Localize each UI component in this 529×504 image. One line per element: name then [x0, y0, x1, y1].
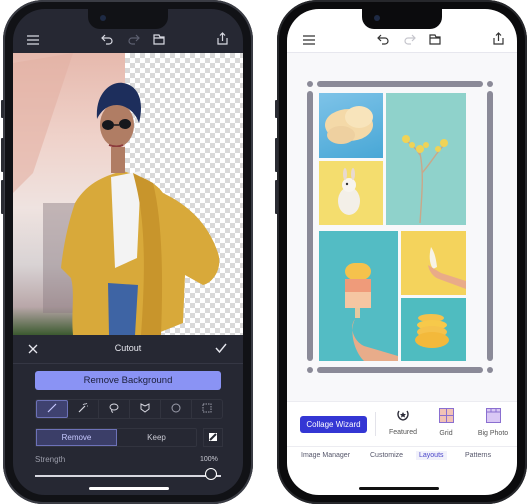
collage-wizard-button[interactable]: Collage Wizard: [300, 416, 367, 433]
lasso-tool[interactable]: [99, 400, 130, 418]
rect-select-tool[interactable]: [192, 400, 222, 418]
grid-icon: [438, 408, 454, 427]
laurel-star-icon: [396, 409, 410, 426]
big-photo-icon: [485, 408, 501, 427]
collage-workspace: [287, 53, 517, 401]
camera: [374, 15, 380, 21]
invert-mask-icon: [208, 429, 218, 447]
cutout-header: Cutout: [13, 335, 243, 364]
mode-remove[interactable]: Remove: [36, 429, 117, 446]
camera: [100, 15, 106, 21]
layers-icon[interactable]: [428, 34, 441, 45]
collage-photo-popsicle[interactable]: [319, 231, 398, 361]
screen: Collage Wizard Featured Grid Big Photo I…: [287, 9, 517, 495]
corner-handle[interactable]: [487, 367, 493, 373]
screen: Cutout Remove Background Remove Keep Str…: [13, 9, 243, 495]
ellipse-select-tool[interactable]: [161, 400, 192, 418]
strength-label: Strength: [35, 455, 66, 464]
collage-photo-bunny[interactable]: [319, 161, 383, 225]
rect-select-icon: [202, 400, 212, 418]
subject-cutout: [13, 53, 220, 335]
tab-patterns[interactable]: Patterns: [465, 452, 491, 459]
right-border-handle[interactable]: [487, 91, 493, 361]
volume-up-button: [1, 138, 4, 172]
tab-image-manager[interactable]: Image Manager: [301, 452, 350, 459]
magic-wand-icon: [78, 400, 88, 418]
corner-handle[interactable]: [307, 81, 313, 87]
corner-handle[interactable]: [307, 367, 313, 373]
magic-wand-tool[interactable]: [68, 400, 99, 418]
notch: [362, 9, 442, 29]
menu-icon[interactable]: [303, 35, 315, 45]
side-button: [1, 100, 4, 118]
layout-grid-label: Grid: [439, 430, 453, 437]
mask-icon: [140, 400, 150, 418]
strength-value: 100%: [200, 456, 218, 463]
tab-customize[interactable]: Customize: [370, 452, 403, 459]
menu-icon[interactable]: [27, 35, 39, 45]
ellipse-select-icon: [171, 400, 181, 418]
strength-slider-handle[interactable]: [205, 468, 217, 480]
mask-tool[interactable]: [130, 400, 161, 418]
mode-keep[interactable]: Keep: [117, 429, 196, 446]
phone-cutout-editor: Cutout Remove Background Remove Keep Str…: [1, 0, 253, 504]
side-button: [275, 100, 278, 118]
home-indicator: [89, 487, 169, 490]
home-indicator: [359, 487, 439, 490]
volume-down-button: [1, 180, 4, 214]
volume-down-button: [275, 180, 278, 214]
layout-toolbar: Collage Wizard Featured Grid Big Photo: [287, 401, 517, 447]
brush-icon: [47, 400, 57, 418]
photo-canvas[interactable]: [13, 53, 243, 335]
mode-toggle: Remove Keep: [35, 428, 197, 447]
phone-collage-editor: Collage Wizard Featured Grid Big Photo I…: [275, 0, 527, 504]
remove-background-button[interactable]: Remove Background: [35, 371, 221, 390]
layers-icon[interactable]: [152, 34, 165, 45]
collage-photo-dried-flower[interactable]: [386, 93, 466, 225]
top-border-handle[interactable]: [317, 81, 483, 87]
collage-photo-clouds[interactable]: [319, 93, 383, 158]
left-border-handle[interactable]: [307, 91, 313, 361]
layout-grid[interactable]: Grid: [426, 408, 466, 437]
lasso-icon: [109, 400, 119, 418]
strength-slider-track[interactable]: [35, 475, 221, 477]
collage-photo-orange-slices[interactable]: [401, 298, 466, 361]
brush-tool[interactable]: [36, 400, 68, 418]
undo-icon[interactable]: [377, 34, 389, 45]
cutout-title: Cutout: [114, 343, 142, 353]
layout-big-photo[interactable]: Big Photo: [473, 408, 513, 437]
layout-featured-label: Featured: [388, 429, 418, 436]
corner-handle[interactable]: [487, 81, 493, 87]
share-icon[interactable]: [217, 32, 228, 45]
share-icon[interactable]: [493, 32, 504, 45]
bottom-border-handle[interactable]: [317, 367, 483, 373]
layout-featured[interactable]: Featured: [383, 408, 423, 436]
invert-mask-button[interactable]: [203, 428, 223, 447]
divider: [375, 412, 376, 436]
checkmark-icon[interactable]: [215, 343, 227, 353]
layout-big-photo-label: Big Photo: [477, 430, 509, 437]
notch: [88, 9, 168, 29]
volume-up-button: [275, 138, 278, 172]
undo-icon[interactable]: [101, 34, 113, 45]
bottom-tabs: Image Manager Customize Layouts Patterns: [287, 446, 517, 468]
selection-tools: [35, 399, 223, 419]
redo-icon[interactable]: [128, 34, 140, 45]
tab-layouts[interactable]: Layouts: [416, 451, 447, 460]
collage-frame[interactable]: [307, 81, 493, 373]
redo-icon[interactable]: [404, 34, 416, 45]
collage-photo-banana[interactable]: [401, 231, 466, 295]
top-toolbar: [13, 29, 243, 55]
